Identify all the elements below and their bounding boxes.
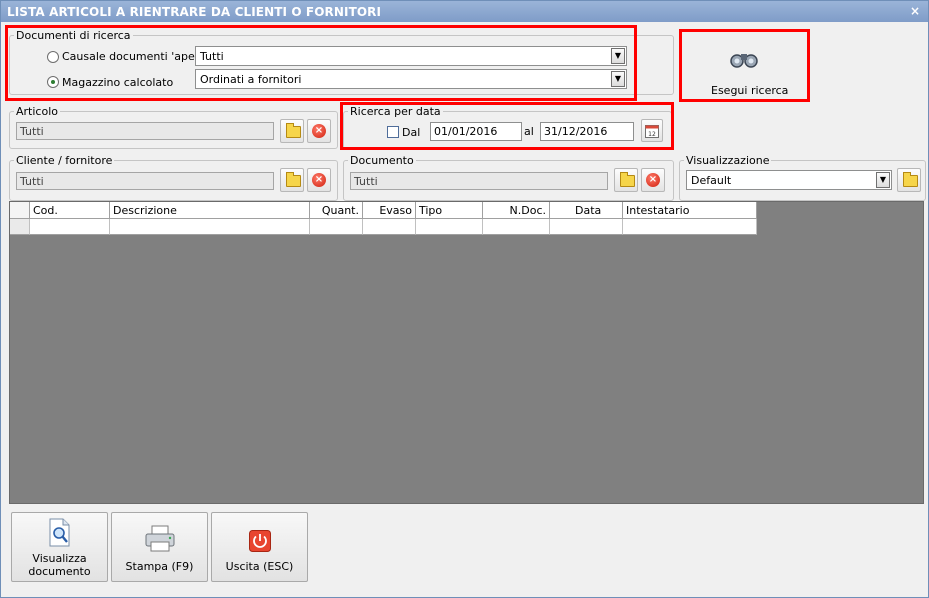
- col-quant[interactable]: Quant.: [310, 202, 363, 219]
- stampa-label: Stampa (F9): [125, 560, 194, 573]
- highlight-esegui: [679, 29, 810, 102]
- articolo-legend: Articolo: [16, 105, 58, 118]
- highlight-data: [340, 102, 674, 150]
- col-cod-label: Cod.: [33, 204, 58, 217]
- articolo-clear-button[interactable]: ×: [307, 119, 331, 143]
- cliente-value: Tutti: [20, 175, 44, 188]
- documento-legend: Documento: [350, 154, 414, 167]
- visualizzazione-browse-button[interactable]: [897, 168, 921, 192]
- clear-icon: ×: [646, 173, 660, 187]
- articolo-value: Tutti: [20, 125, 44, 138]
- main-window: LISTA ARTICOLI A RIENTRARE DA CLIENTI O …: [0, 0, 929, 598]
- highlight-documenti: [5, 25, 637, 101]
- folder-icon: [286, 123, 301, 138]
- col-descrizione-label: Descrizione: [113, 204, 177, 217]
- table-cell[interactable]: [550, 219, 623, 235]
- document-search-icon: [49, 518, 70, 547]
- visualizzazione-legend: Visualizzazione: [686, 154, 770, 167]
- articolo-browse-button[interactable]: [280, 119, 304, 143]
- chevron-down-icon[interactable]: ▼: [876, 172, 890, 188]
- cliente-browse-button[interactable]: [280, 168, 304, 192]
- col-tipo[interactable]: Tipo: [416, 202, 483, 219]
- col-descrizione[interactable]: Descrizione: [110, 202, 310, 219]
- table-cell[interactable]: [310, 219, 363, 235]
- documento-value: Tutti: [354, 175, 378, 188]
- folder-icon: [286, 172, 301, 187]
- row-header[interactable]: [10, 219, 30, 235]
- printer-icon: [145, 525, 175, 552]
- col-data-label: Data: [575, 204, 602, 217]
- col-evaso-label: Evaso: [379, 204, 412, 217]
- documento-field: Tutti: [350, 172, 608, 190]
- visualizza-line2: documento: [28, 565, 91, 578]
- documento-clear-button[interactable]: ×: [641, 168, 665, 192]
- col-intestatario-label: Intestatario: [626, 204, 690, 217]
- close-icon[interactable]: ×: [910, 4, 920, 18]
- stampa-button[interactable]: Stampa (F9): [111, 512, 208, 582]
- col-ndoc[interactable]: N.Doc.: [483, 202, 550, 219]
- table-cell[interactable]: [110, 219, 310, 235]
- visualizzazione-select[interactable]: Default ▼: [686, 170, 892, 190]
- col-intestatario[interactable]: Intestatario: [623, 202, 757, 219]
- uscita-button[interactable]: Uscita (ESC): [211, 512, 308, 582]
- col-evaso[interactable]: Evaso: [363, 202, 416, 219]
- visualizza-line1: Visualizza: [32, 552, 87, 565]
- title-bar: LISTA ARTICOLI A RIENTRARE DA CLIENTI O …: [1, 1, 928, 22]
- articolo-field: Tutti: [16, 122, 274, 140]
- clear-icon: ×: [312, 173, 326, 187]
- uscita-label: Uscita (ESC): [225, 560, 294, 573]
- row-header-corner: [10, 202, 30, 219]
- col-cod[interactable]: Cod.: [30, 202, 110, 219]
- folder-icon: [903, 172, 918, 187]
- folder-icon: [620, 172, 635, 187]
- table-cell[interactable]: [623, 219, 757, 235]
- clear-icon: ×: [312, 124, 326, 138]
- window-title: LISTA ARTICOLI A RIENTRARE DA CLIENTI O …: [7, 5, 382, 19]
- visualizzazione-value: Default: [691, 174, 732, 187]
- results-grid[interactable]: Cod. Descrizione Quant. Evaso Tipo N.Doc…: [9, 201, 924, 504]
- cliente-clear-button[interactable]: ×: [307, 168, 331, 192]
- table-cell[interactable]: [30, 219, 110, 235]
- visualizza-label: Visualizza documento: [12, 552, 107, 578]
- col-quant-label: Quant.: [321, 204, 359, 217]
- power-icon: [249, 530, 271, 552]
- col-ndoc-label: N.Doc.: [509, 204, 546, 217]
- table-cell[interactable]: [363, 219, 416, 235]
- cliente-field: Tutti: [16, 172, 274, 190]
- documento-browse-button[interactable]: [614, 168, 638, 192]
- table-cell[interactable]: [483, 219, 550, 235]
- visualizza-documento-button[interactable]: Visualizza documento: [11, 512, 108, 582]
- table-cell[interactable]: [416, 219, 483, 235]
- col-tipo-label: Tipo: [419, 204, 443, 217]
- col-data[interactable]: Data: [550, 202, 623, 219]
- cliente-legend: Cliente / fornitore: [16, 154, 113, 167]
